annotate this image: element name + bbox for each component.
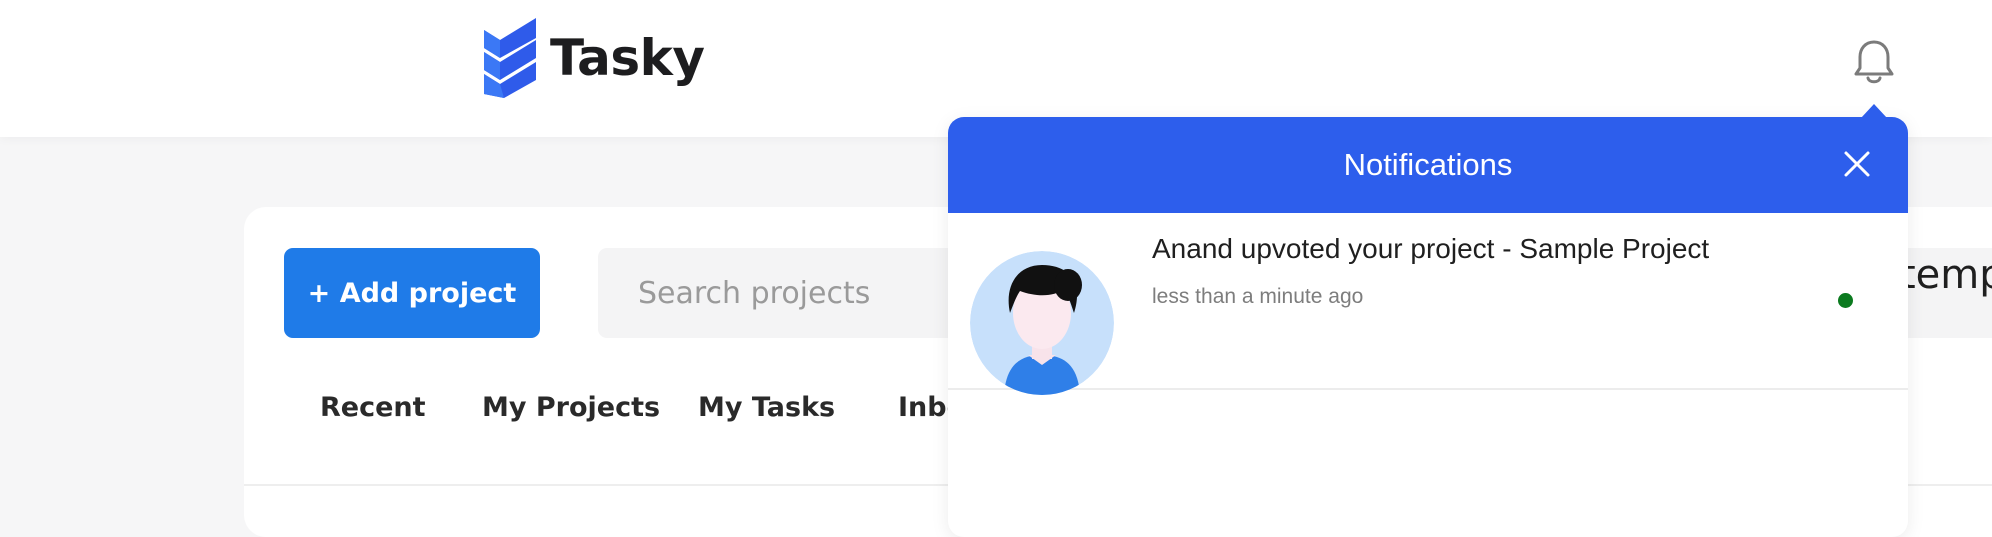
search-current-value: temp: [1900, 252, 1992, 298]
notification-time: less than a minute ago: [1152, 285, 1364, 308]
user-avatar-icon: [970, 251, 1114, 395]
popover-arrow: [1861, 104, 1887, 118]
app-logo[interactable]: Tasky: [484, 18, 705, 98]
tab-my-tasks[interactable]: My Tasks: [698, 392, 835, 423]
notifications-title: Notifications: [1343, 147, 1513, 182]
notifications-header: Notifications: [948, 117, 1908, 213]
notifications-panel: Notifications Anand upvoted your project…: [948, 117, 1908, 537]
bell-icon[interactable]: [1852, 38, 1896, 86]
add-project-button[interactable]: + Add project: [284, 248, 540, 338]
tab-recent[interactable]: Recent: [320, 392, 426, 423]
tasky-logo-icon: [484, 18, 536, 98]
app-name: Tasky: [550, 29, 705, 87]
notification-message: Anand upvoted your project - Sample Proj…: [1152, 233, 1710, 264]
tab-my-projects[interactable]: My Projects: [482, 392, 660, 423]
unread-indicator: [1838, 293, 1853, 308]
close-icon[interactable]: [1840, 147, 1874, 181]
